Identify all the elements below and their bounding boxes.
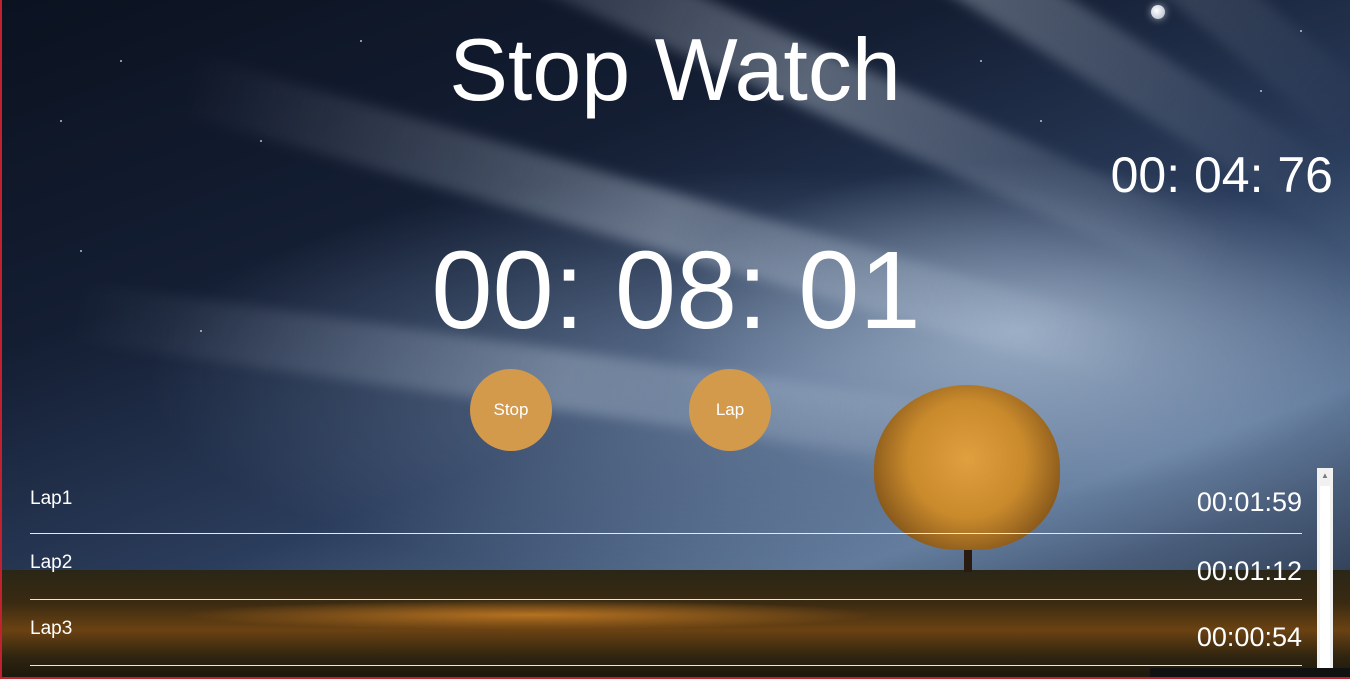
lap-time: 00:01:12 bbox=[1196, 556, 1302, 586]
page-title: Stop Watch bbox=[449, 20, 901, 119]
window-edge bbox=[1150, 668, 1350, 679]
stop-button[interactable]: Stop bbox=[470, 369, 552, 451]
scroll-up-arrow-icon[interactable]: ▲ bbox=[1317, 468, 1333, 484]
lap-button[interactable]: Lap bbox=[689, 369, 771, 451]
star bbox=[260, 140, 262, 142]
lap-timer-display: 00: 04: 76 bbox=[1110, 147, 1333, 203]
lap-time: 00:01:59 bbox=[1196, 487, 1302, 517]
lap-list-scrollbar[interactable]: ▲ bbox=[1317, 468, 1333, 679]
main-timer-display: 00: 08: 01 bbox=[0, 233, 1350, 349]
lap-name: Lap3 bbox=[30, 618, 73, 639]
star bbox=[1040, 120, 1042, 122]
star bbox=[60, 120, 62, 122]
lap-row: Lap2 00:01:12 bbox=[30, 534, 1302, 600]
lap-name: Lap2 bbox=[30, 552, 73, 573]
lap-list[interactable]: Lap1 00:01:59 Lap2 00:01:12 Lap3 00:00:5… bbox=[30, 468, 1302, 679]
lap-row: Lap1 00:01:59 bbox=[30, 468, 1302, 534]
moon bbox=[1151, 5, 1165, 19]
lap-name: Lap1 bbox=[30, 488, 73, 509]
main-timer-value: 00: 08: 01 bbox=[431, 229, 921, 352]
scroll-thumb[interactable] bbox=[1320, 486, 1330, 676]
lap-time: 00:00:54 bbox=[1196, 622, 1302, 652]
lap-row: Lap3 00:00:54 bbox=[30, 600, 1302, 666]
